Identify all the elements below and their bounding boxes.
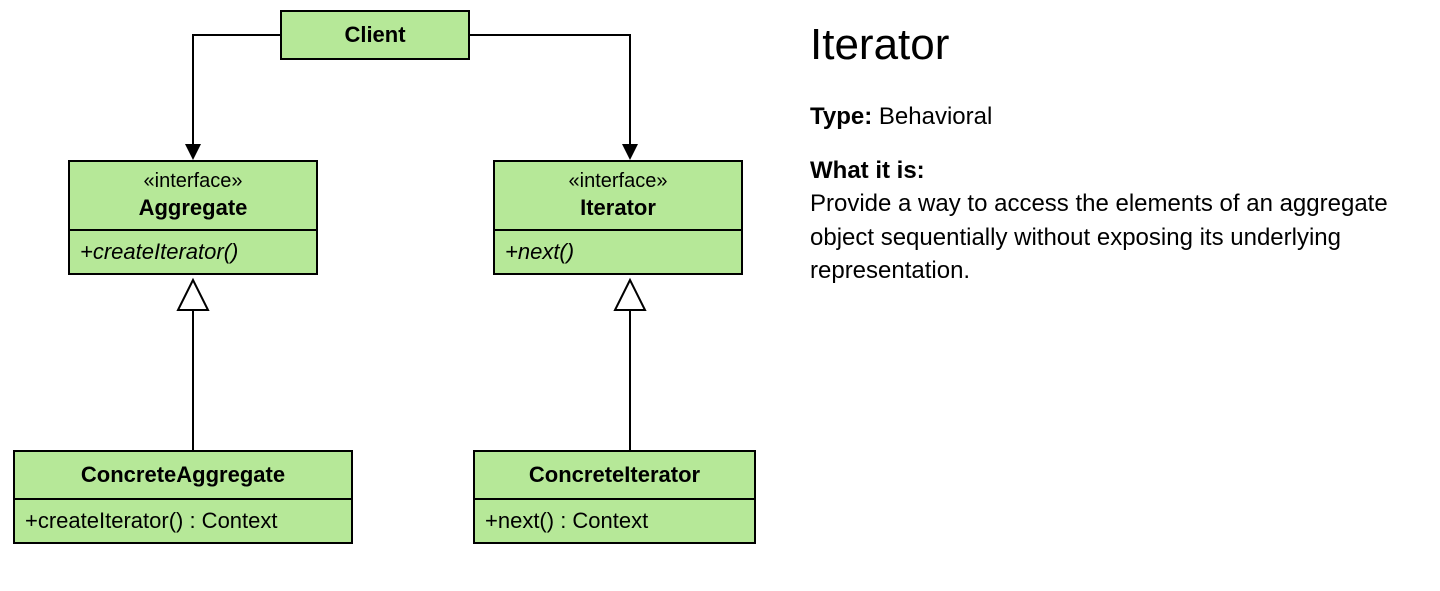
aggregate-stereotype: «interface» — [70, 162, 316, 193]
pattern-type: Type: Behavioral — [810, 100, 1430, 134]
arrow-concrete-aggregate-to-aggregate — [178, 280, 208, 450]
pattern-title: Iterator — [810, 20, 1430, 70]
uml-diagram: Client «interface» Aggregate +createIter… — [0, 0, 800, 591]
arrow-client-to-aggregate — [185, 35, 280, 160]
info-panel: Iterator Type: Behavioral What it is: Pr… — [810, 20, 1430, 308]
aggregate-name: Aggregate — [70, 193, 316, 229]
aggregate-method: +createIterator() — [70, 229, 316, 273]
type-label: Type: — [810, 103, 872, 130]
class-client-name: Client — [282, 12, 468, 58]
interface-aggregate: «interface» Aggregate +createIterator() — [68, 160, 318, 275]
iterator-name: Iterator — [495, 193, 741, 229]
concrete-iterator-name: ConcreteIterator — [475, 452, 754, 498]
concrete-aggregate-method: +createIterator() : Context — [15, 498, 351, 542]
pattern-description: What it is: Provide a way to access the … — [810, 154, 1430, 288]
concrete-iterator-method: +next() : Context — [475, 498, 754, 542]
class-concrete-aggregate: ConcreteAggregate +createIterator() : Co… — [13, 450, 353, 544]
what-label: What it is: — [810, 157, 925, 184]
type-value: Behavioral — [872, 103, 992, 130]
iterator-stereotype: «interface» — [495, 162, 741, 193]
arrow-client-to-iterator — [470, 35, 638, 160]
arrow-concrete-iterator-to-iterator — [615, 280, 645, 450]
concrete-aggregate-name: ConcreteAggregate — [15, 452, 351, 498]
class-concrete-iterator: ConcreteIterator +next() : Context — [473, 450, 756, 544]
iterator-method: +next() — [495, 229, 741, 273]
what-text: Provide a way to access the elements of … — [810, 190, 1388, 284]
interface-iterator: «interface» Iterator +next() — [493, 160, 743, 275]
class-client: Client — [280, 10, 470, 60]
